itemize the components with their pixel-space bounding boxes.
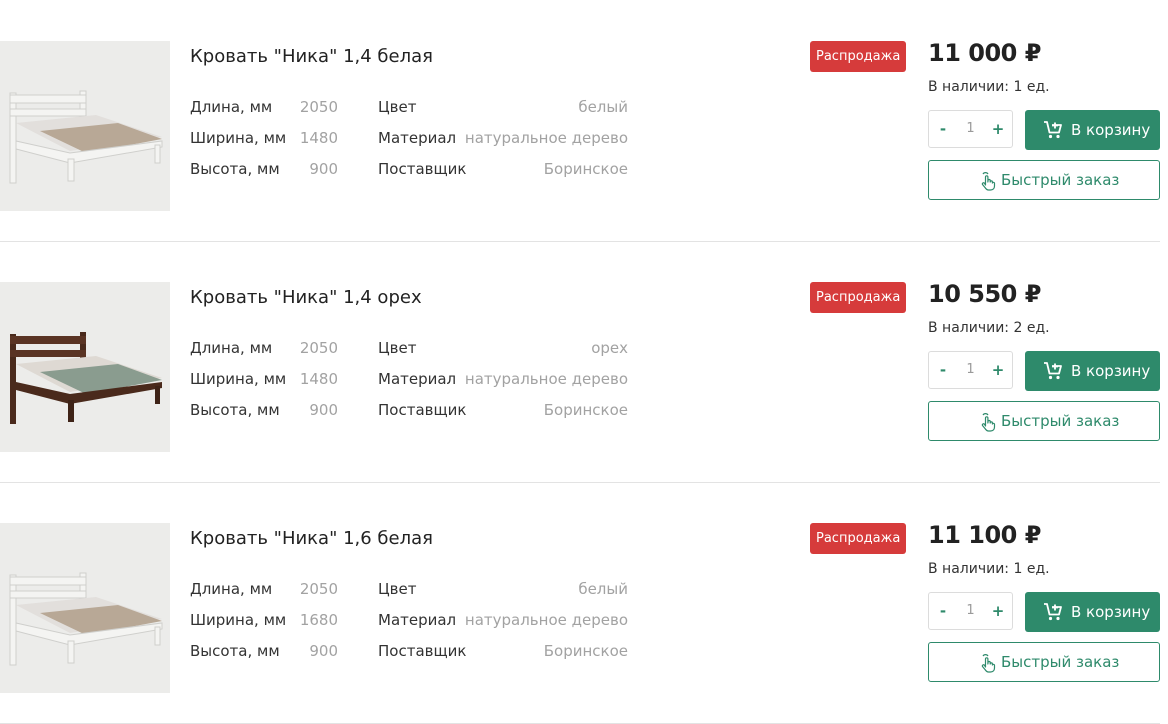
product-title[interactable]: Кровать "Ника" 1,4 орех [190, 287, 422, 308]
price: 10 550 ₽ [928, 280, 1041, 308]
product-title[interactable]: Кровать "Ника" 1,4 белая [190, 46, 433, 67]
qty-input[interactable]: 1 [957, 593, 984, 629]
spec-length-value: 2050 [299, 580, 338, 598]
product-card: Кровать "Ника" 1,6 белая Длина, мм 2050 … [0, 482, 1160, 724]
qty-decrease-button[interactable]: - [929, 111, 957, 147]
spec-length-value: 2050 [299, 339, 338, 357]
attr-color-value: белый [578, 580, 628, 598]
qty-input[interactable]: 1 [957, 111, 984, 147]
attr-material-value: натуральное дерево [464, 611, 628, 629]
sale-badge: Распродажа [810, 282, 907, 313]
quick-order-button[interactable]: Быстрый заказ [928, 642, 1160, 682]
stock-status: В наличии: 2 ед. [928, 320, 1050, 336]
qty-increase-button[interactable]: + [984, 352, 1012, 388]
tap-hand-icon [979, 171, 997, 191]
product-image[interactable] [0, 523, 170, 693]
spec-height-value: 900 [309, 642, 338, 660]
add-to-cart-label: В корзину [1071, 362, 1151, 380]
spec-width-value: 1480 [299, 129, 338, 147]
attr-color-value: белый [578, 98, 628, 116]
product-card: Кровать "Ника" 1,4 белая Длина, мм 2050 … [0, 0, 1160, 242]
add-to-cart-label: В корзину [1071, 121, 1151, 139]
stock-status: В наличии: 1 ед. [928, 561, 1050, 577]
cart-icon [1043, 120, 1063, 140]
quick-order-label: Быстрый заказ [1001, 653, 1120, 671]
quick-order-button[interactable]: Быстрый заказ [928, 401, 1160, 441]
add-to-cart-label: В корзину [1071, 603, 1151, 621]
spec-height-value: 900 [309, 401, 338, 419]
attr-color-label: Цвет [378, 580, 417, 598]
price: 11 000 ₽ [928, 39, 1041, 67]
product-image[interactable] [0, 282, 170, 452]
qty-increase-button[interactable]: + [984, 593, 1012, 629]
spec-width-value: 1680 [299, 611, 338, 629]
attr-color-label: Цвет [378, 98, 417, 116]
attr-supplier-value: Боринское [543, 401, 628, 419]
add-to-cart-button[interactable]: В корзину [1025, 110, 1160, 150]
attr-supplier-value: Боринское [543, 642, 628, 660]
spec-width-value: 1480 [299, 370, 338, 388]
tap-hand-icon [979, 412, 997, 432]
qty-input[interactable]: 1 [957, 352, 984, 388]
cart-icon [1043, 602, 1063, 622]
stock-status: В наличии: 1 ед. [928, 79, 1050, 95]
qty-decrease-button[interactable]: - [929, 352, 957, 388]
product-card: Кровать "Ника" 1,4 орех Длина, мм 2050 Ш… [0, 241, 1160, 483]
quantity-stepper: - 1 + [928, 592, 1013, 630]
spec-length-value: 2050 [299, 98, 338, 116]
attr-color-label: Цвет [378, 339, 417, 357]
sale-badge: Распродажа [810, 523, 907, 554]
add-to-cart-button[interactable]: В корзину [1025, 592, 1160, 632]
attr-supplier-value: Боринское [543, 160, 628, 178]
quick-order-label: Быстрый заказ [1001, 171, 1120, 189]
quick-order-button[interactable]: Быстрый заказ [928, 160, 1160, 200]
attr-material-value: натуральное дерево [464, 129, 628, 147]
price: 11 100 ₽ [928, 521, 1041, 549]
quantity-stepper: - 1 + [928, 110, 1013, 148]
sale-badge: Распродажа [810, 41, 907, 72]
product-title[interactable]: Кровать "Ника" 1,6 белая [190, 528, 433, 549]
attr-color-value: орех [591, 339, 628, 357]
quick-order-label: Быстрый заказ [1001, 412, 1120, 430]
cart-icon [1043, 361, 1063, 381]
tap-hand-icon [979, 653, 997, 673]
add-to-cart-button[interactable]: В корзину [1025, 351, 1160, 391]
product-image[interactable] [0, 41, 170, 211]
qty-decrease-button[interactable]: - [929, 593, 957, 629]
quantity-stepper: - 1 + [928, 351, 1013, 389]
qty-increase-button[interactable]: + [984, 111, 1012, 147]
spec-height-value: 900 [309, 160, 338, 178]
attr-material-value: натуральное дерево [464, 370, 628, 388]
